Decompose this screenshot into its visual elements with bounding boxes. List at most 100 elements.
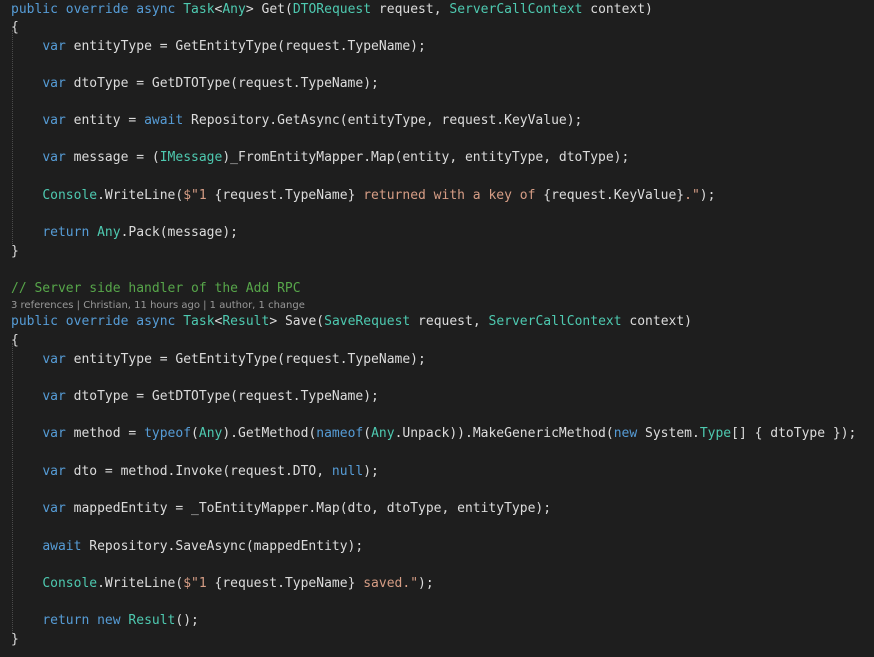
indent-guide-get (12, 30, 13, 244)
code-token: message = ( (65, 150, 160, 165)
code-line: Console.WriteLine($"1 {request.TypeName}… (11, 575, 434, 593)
code-token: Type (699, 426, 732, 441)
code-line: var dtoType = GetDTOType(request.TypeNam… (11, 75, 379, 93)
code-token: $"1 (183, 576, 215, 591)
code-token: > Save( (269, 314, 325, 329)
code-token: entityType = GetEntityType(request.TypeN… (65, 352, 426, 367)
code-token: ).GetMethod( (222, 426, 317, 441)
code-token: {request.TypeName} (214, 188, 356, 203)
code-line: public override async Task<Any> Get(DTOR… (11, 1, 653, 19)
code-token: } (11, 244, 19, 259)
code-token: IMessage (159, 150, 223, 165)
code-token: public (11, 2, 58, 17)
code-token: request, (410, 314, 489, 329)
code-token: context) (582, 2, 653, 17)
code-line: } (11, 243, 19, 261)
code-token: await (42, 539, 82, 554)
codelens-info: 3 references | Christian, 11 hours ago |… (11, 300, 305, 311)
code-token: dto = method.Invoke(request.DTO, (65, 464, 332, 479)
code-token: )_FromEntityMapper.Map(entity, entityTyp… (222, 150, 630, 165)
code-token: ); (363, 464, 379, 479)
code-token: async (136, 314, 176, 329)
code-token: nameof (316, 426, 364, 441)
code-token: var (42, 389, 66, 404)
code-token: ." (684, 188, 700, 203)
code-token: entity = (65, 113, 145, 128)
code-token: Any (222, 2, 246, 17)
code-token: SaveRequest (324, 314, 411, 329)
code-line: var dtoType = GetDTOType(request.TypeNam… (11, 388, 379, 406)
code-token: {request.TypeName} (214, 576, 356, 591)
code-line: var dto = method.Invoke(request.DTO, nul… (11, 463, 379, 481)
code-token: dtoType = GetDTOType(request.TypeName); (65, 76, 379, 91)
code-token: return (42, 225, 90, 240)
code-token: ( (191, 426, 199, 441)
code-token: await (144, 113, 184, 128)
code-token: override (65, 314, 129, 329)
code-line: Console.WriteLine($"1 {request.TypeName}… (11, 187, 715, 205)
code-token: Any (198, 426, 223, 441)
code-token: (); (175, 613, 199, 628)
code-token: .WriteLine( (97, 188, 184, 203)
code-line: { (11, 332, 19, 350)
code-token: var (42, 113, 66, 128)
code-token: ); (699, 188, 716, 203)
code-token: ); (418, 576, 434, 591)
code-token: Any (371, 426, 395, 441)
code-editor[interactable]: public override async Task<Any> Get(DTOR… (0, 0, 874, 657)
code-token: Result (128, 613, 176, 628)
code-token: return (42, 613, 90, 628)
code-token: { (11, 333, 19, 348)
code-token: var (42, 352, 66, 367)
code-token: method = (65, 426, 145, 441)
code-token: .Pack(message); (120, 225, 238, 240)
code-token: override (65, 2, 129, 17)
code-token: typeof (144, 426, 192, 441)
code-line: public override async Task<Result> Save(… (11, 313, 692, 331)
code-token: new (97, 613, 121, 628)
code-token: DTORequest (292, 2, 372, 17)
code-token: {request.KeyValue} (543, 188, 685, 203)
code-token: // Server side handler of the Add RPC (11, 281, 301, 296)
code-token: mappedEntity = _ToEntityMapper.Map(dto, … (65, 501, 552, 516)
code-token: System. (637, 426, 700, 441)
code-token: ServerCallContext (488, 314, 622, 329)
code-line: var method = typeof(Any).GetMethod(nameo… (11, 425, 856, 443)
code-token: > Get( (245, 2, 293, 17)
code-token: new (613, 426, 638, 441)
code-token: Task (183, 2, 215, 17)
code-line: // Server side handler of the Add RPC (11, 280, 301, 298)
code-token: Task (183, 314, 215, 329)
code-token: $"1 (183, 188, 215, 203)
code-token: null (331, 464, 364, 479)
code-token: Console (42, 576, 98, 591)
code-line: var entity = await Repository.GetAsync(e… (11, 112, 582, 130)
code-token: dtoType = GetDTOType(request.TypeName); (65, 389, 379, 404)
code-token: } (11, 632, 19, 647)
code-token: request, (371, 2, 450, 17)
code-line: return Any.Pack(message); (11, 224, 238, 242)
code-token: var (42, 501, 66, 516)
code-token: .WriteLine( (97, 576, 184, 591)
code-line: var mappedEntity = _ToEntityMapper.Map(d… (11, 500, 551, 518)
code-token: var (42, 464, 66, 479)
code-token: var (42, 39, 66, 54)
code-token: context) (621, 314, 693, 329)
code-token: public (11, 314, 58, 329)
code-token: Console (42, 188, 98, 203)
code-line: return new Result(); (11, 612, 199, 630)
